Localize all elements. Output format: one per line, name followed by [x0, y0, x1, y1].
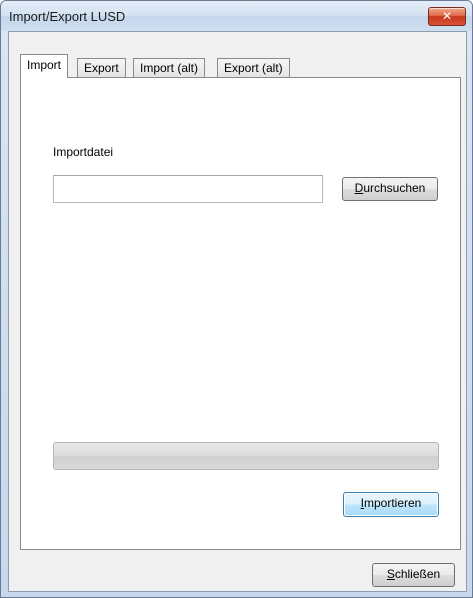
close-dialog-button[interactable]: Schließen [372, 563, 455, 587]
import-label-rest: mportieren [363, 496, 422, 510]
tab-import-alt[interactable]: Import (alt) [133, 58, 206, 78]
import-tab-panel: Importdatei Durchsuchen Importieren [20, 77, 461, 550]
dialog-window: Import/Export LUSD ✕ Import Export Impor… [0, 0, 473, 598]
tab-label: Import (alt) [140, 61, 199, 75]
tab-export-alt[interactable]: Export (alt) [217, 58, 290, 78]
import-file-input[interactable] [53, 175, 323, 203]
browse-mnemonic: D [354, 181, 364, 195]
tab-label: Export (alt) [224, 61, 283, 75]
import-file-label: Importdatei [53, 145, 114, 159]
browse-button[interactable]: Durchsuchen [342, 177, 438, 201]
import-button[interactable]: Importieren [343, 492, 439, 517]
browse-label-rest: urchsuchen [363, 181, 426, 195]
tab-label: Export [84, 61, 119, 75]
tab-label: Import [27, 58, 62, 72]
import-progress-bar [53, 442, 439, 470]
close-label-rest: chließen [394, 567, 441, 581]
window-close-button[interactable]: ✕ [428, 7, 466, 26]
title-bar[interactable]: Import/Export LUSD ✕ [1, 1, 472, 31]
close-mnemonic: S [386, 567, 395, 581]
tab-export[interactable]: Export [77, 58, 126, 78]
dialog-client-area: Import Export Import (alt) Export (alt) … [8, 31, 467, 592]
close-icon: ✕ [441, 9, 453, 23]
tab-import[interactable]: Import [20, 54, 69, 78]
window-title: Import/Export LUSD [9, 9, 126, 24]
